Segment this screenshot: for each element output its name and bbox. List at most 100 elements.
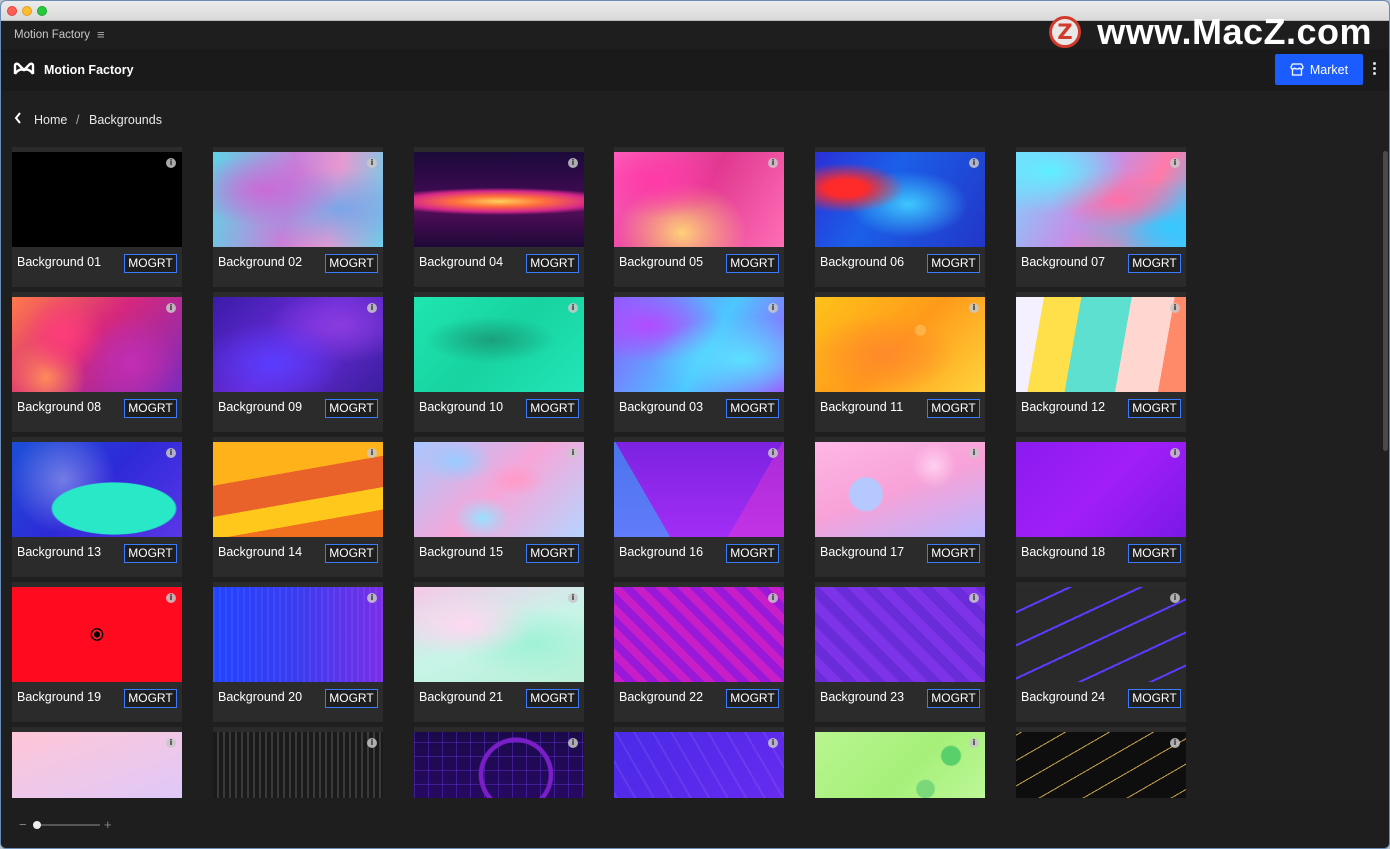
template-thumbnail[interactable] [1016, 297, 1186, 392]
template-thumbnail[interactable] [614, 442, 784, 537]
mogrt-badge[interactable]: MOGRT [526, 399, 579, 418]
mogrt-badge[interactable]: MOGRT [726, 254, 779, 273]
mogrt-badge[interactable]: MOGRT [927, 399, 980, 418]
info-icon[interactable]: i [166, 303, 176, 313]
template-card[interactable]: i Background 13 MOGRT [12, 437, 182, 577]
template-thumbnail[interactable] [1016, 732, 1186, 798]
template-card[interactable]: i Background 17 MOGRT [815, 437, 985, 577]
template-card[interactable]: i Background 06 MOGRT [815, 147, 985, 287]
template-card[interactable]: i [1016, 727, 1186, 798]
mogrt-badge[interactable]: MOGRT [325, 254, 378, 273]
template-thumbnail[interactable] [12, 152, 182, 247]
mogrt-badge[interactable]: MOGRT [124, 544, 177, 563]
template-card[interactable]: i Background 09 MOGRT [213, 292, 383, 432]
mogrt-badge[interactable]: MOGRT [124, 689, 177, 708]
template-card[interactable]: i Background 10 MOGRT [414, 292, 584, 432]
template-thumbnail[interactable] [1016, 587, 1186, 682]
info-icon[interactable]: i [367, 158, 377, 168]
template-thumbnail[interactable] [614, 732, 784, 798]
mogrt-badge[interactable]: MOGRT [927, 254, 980, 273]
template-thumbnail[interactable] [12, 587, 182, 682]
template-thumbnail[interactable] [213, 442, 383, 537]
info-icon[interactable]: i [1170, 448, 1180, 458]
template-thumbnail[interactable] [1016, 152, 1186, 247]
close-window-button[interactable] [7, 6, 17, 16]
info-icon[interactable]: i [768, 448, 778, 458]
vertical-scrollbar[interactable] [1383, 151, 1388, 451]
template-card[interactable]: i Background 14 MOGRT [213, 437, 383, 577]
mogrt-badge[interactable]: MOGRT [927, 689, 980, 708]
mogrt-badge[interactable]: MOGRT [726, 399, 779, 418]
market-button[interactable]: Market [1275, 54, 1363, 85]
info-icon[interactable]: i [768, 158, 778, 168]
template-card[interactable]: i Background 03 MOGRT [614, 292, 784, 432]
mogrt-badge[interactable]: MOGRT [1128, 689, 1181, 708]
template-card[interactable]: i Background 01 MOGRT [12, 147, 182, 287]
breadcrumb-home-link[interactable]: Home [34, 113, 67, 127]
mogrt-badge[interactable]: MOGRT [1128, 544, 1181, 563]
mogrt-badge[interactable]: MOGRT [124, 399, 177, 418]
template-thumbnail[interactable] [815, 152, 985, 247]
info-icon[interactable]: i [568, 593, 578, 603]
template-thumbnail[interactable] [213, 587, 383, 682]
info-icon[interactable]: i [568, 738, 578, 748]
template-thumbnail[interactable] [12, 732, 182, 798]
mogrt-badge[interactable]: MOGRT [325, 689, 378, 708]
zoom-window-button[interactable] [37, 6, 47, 16]
mogrt-badge[interactable]: MOGRT [526, 544, 579, 563]
info-icon[interactable]: i [1170, 303, 1180, 313]
template-thumbnail[interactable] [815, 297, 985, 392]
info-icon[interactable]: i [367, 593, 377, 603]
template-card[interactable]: i [213, 727, 383, 798]
template-card[interactable]: i Background 05 MOGRT [614, 147, 784, 287]
mogrt-badge[interactable]: MOGRT [325, 544, 378, 563]
info-icon[interactable]: i [768, 303, 778, 313]
info-icon[interactable]: i [166, 158, 176, 168]
template-thumbnail[interactable] [815, 587, 985, 682]
zoom-slider-track[interactable] [35, 824, 100, 826]
panel-title[interactable]: Motion Factory [14, 29, 90, 41]
template-card[interactable]: i Background 07 MOGRT [1016, 147, 1186, 287]
template-thumbnail[interactable] [414, 732, 584, 798]
template-thumbnail[interactable] [614, 152, 784, 247]
template-card[interactable]: i [614, 727, 784, 798]
info-icon[interactable]: i [166, 448, 176, 458]
template-thumbnail[interactable] [1016, 442, 1186, 537]
template-card[interactable]: i Background 02 MOGRT [213, 147, 383, 287]
template-thumbnail[interactable] [213, 152, 383, 247]
zoom-slider-handle[interactable] [33, 821, 41, 829]
info-icon[interactable]: i [166, 738, 176, 748]
template-card[interactable]: i Background 21 MOGRT [414, 582, 584, 722]
mogrt-badge[interactable]: MOGRT [325, 399, 378, 418]
template-card[interactable]: i Background 15 MOGRT [414, 437, 584, 577]
template-thumbnail[interactable] [815, 732, 985, 798]
info-icon[interactable]: i [969, 158, 979, 168]
info-icon[interactable]: i [768, 593, 778, 603]
template-thumbnail[interactable] [213, 297, 383, 392]
info-icon[interactable]: i [969, 303, 979, 313]
mogrt-badge[interactable]: MOGRT [124, 254, 177, 273]
template-card[interactable]: i [414, 727, 584, 798]
info-icon[interactable]: i [969, 593, 979, 603]
template-card[interactable]: i Background 08 MOGRT [12, 292, 182, 432]
template-card[interactable]: i Background 24 MOGRT [1016, 582, 1186, 722]
mogrt-badge[interactable]: MOGRT [1128, 399, 1181, 418]
template-thumbnail[interactable] [414, 587, 584, 682]
template-card[interactable]: i Background 20 MOGRT [213, 582, 383, 722]
template-thumbnail[interactable] [614, 587, 784, 682]
template-thumbnail[interactable] [815, 442, 985, 537]
mogrt-badge[interactable]: MOGRT [526, 254, 579, 273]
template-thumbnail[interactable] [414, 297, 584, 392]
template-thumbnail[interactable] [414, 442, 584, 537]
mogrt-badge[interactable]: MOGRT [1128, 254, 1181, 273]
template-card[interactable]: i Background 04 MOGRT [414, 147, 584, 287]
zoom-in-icon[interactable]: + [104, 817, 112, 832]
more-options-icon[interactable] [1371, 62, 1377, 78]
info-icon[interactable]: i [969, 448, 979, 458]
template-card[interactable]: i Background 19 MOGRT [12, 582, 182, 722]
info-icon[interactable]: i [1170, 593, 1180, 603]
template-card[interactable]: i Background 11 MOGRT [815, 292, 985, 432]
hamburger-icon[interactable]: ≡ [97, 27, 105, 42]
mogrt-badge[interactable]: MOGRT [726, 544, 779, 563]
template-card[interactable]: i Background 18 MOGRT [1016, 437, 1186, 577]
